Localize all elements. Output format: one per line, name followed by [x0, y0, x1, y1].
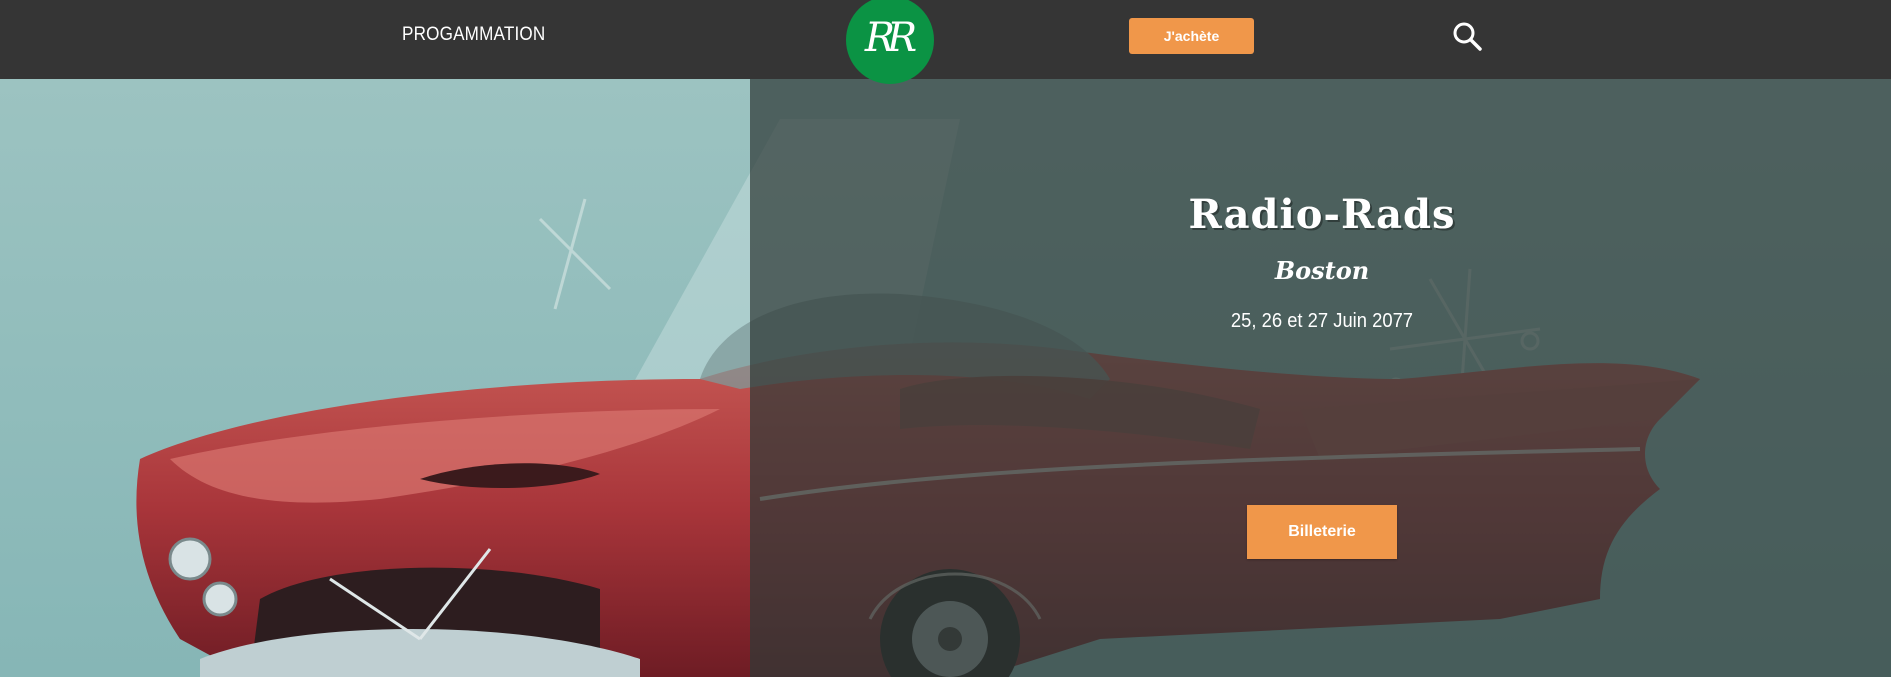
top-navbar: PROGAMMATION J'achète — [0, 0, 1891, 79]
buy-ticket-button[interactable]: J'achète — [1129, 18, 1254, 54]
nav-link-programmation[interactable]: PROGAMMATION — [402, 24, 545, 46]
search-icon — [1453, 22, 1482, 51]
hero-city: Boston — [1274, 256, 1370, 285]
site-logo[interactable]: RR — [846, 0, 934, 84]
hero-dates: 25, 26 et 27 Juin 2077 — [1230, 310, 1414, 332]
hero-title: Radio-Rads — [1188, 191, 1456, 238]
hero-banner: Radio-Rads Boston 25, 26 et 27 Juin 2077… — [0, 79, 1891, 677]
logo-monogram: RR — [864, 15, 917, 61]
hero-car-illustration — [0, 79, 1891, 677]
search-button[interactable] — [1451, 20, 1483, 52]
ticketing-button[interactable]: Billeterie — [1247, 505, 1397, 559]
